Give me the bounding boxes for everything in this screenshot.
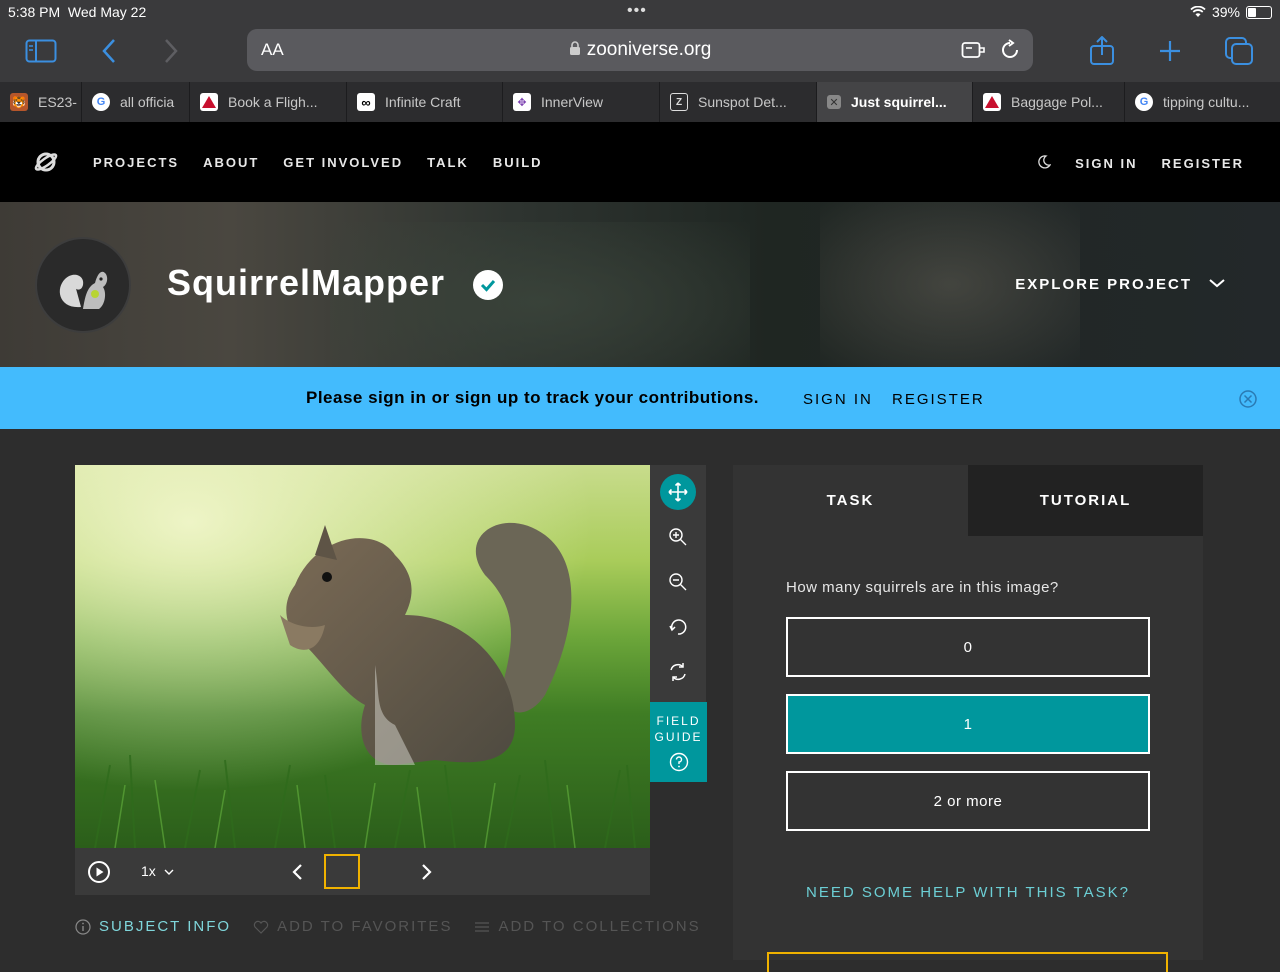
- browser-tab[interactable]: G all officia: [82, 82, 190, 122]
- field-guide-label-line2: GUIDE: [654, 730, 703, 744]
- previous-frame-icon[interactable]: [291, 863, 303, 886]
- project-avatar[interactable]: [35, 237, 131, 333]
- squirrel-photo: [75, 465, 650, 848]
- nav-get-involved[interactable]: GET INVOLVED: [283, 155, 403, 170]
- banner-message: Please sign in or sign up to track your …: [306, 388, 760, 407]
- multitasking-dots-icon[interactable]: •••: [627, 2, 647, 20]
- heart-icon: [253, 920, 269, 934]
- add-to-favorites-button[interactable]: ADD TO FAVORITES: [253, 918, 452, 935]
- infinity-favicon-icon: ∞: [357, 93, 375, 111]
- nav-links: PROJECTS ABOUT GET INVOLVED TALK BUILD: [93, 155, 543, 170]
- extensions-icon[interactable]: [961, 39, 987, 66]
- nav-projects[interactable]: PROJECTS: [93, 155, 179, 170]
- project-title[interactable]: SquirrelMapper: [167, 262, 445, 304]
- play-icon[interactable]: [87, 860, 111, 889]
- subject-image[interactable]: [75, 465, 650, 848]
- zoom-out-icon[interactable]: [659, 563, 697, 601]
- google-favicon-icon: G: [92, 93, 110, 111]
- squirrel-logo-icon: [59, 271, 108, 309]
- task-tabs: TASK TUTORIAL: [733, 465, 1203, 536]
- add-to-collections-button[interactable]: ADD TO COLLECTIONS: [474, 918, 700, 935]
- chevron-down-icon: [164, 869, 174, 875]
- browser-toolbar: AA zooniverse.org: [0, 24, 1280, 82]
- field-guide-label-line1: FIELD: [656, 714, 701, 728]
- zooniverse-favicon-icon: Z: [670, 93, 688, 111]
- close-tab-icon[interactable]: ✕: [827, 95, 841, 109]
- nav-about[interactable]: ABOUT: [203, 155, 259, 170]
- forward-icon[interactable]: [154, 34, 188, 68]
- browser-tab[interactable]: ✥ InnerView: [503, 82, 660, 122]
- nav-register[interactable]: REGISTER: [1162, 156, 1244, 171]
- share-icon[interactable]: [1085, 34, 1119, 68]
- tab-task[interactable]: TASK: [733, 465, 968, 536]
- info-icon: [75, 918, 91, 935]
- url-text: zooniverse.org: [247, 39, 1033, 61]
- list-icon: [475, 921, 490, 932]
- nav-talk[interactable]: TALK: [427, 155, 469, 170]
- move-icon[interactable]: [660, 474, 696, 510]
- browser-tab[interactable]: ∞ Infinite Craft: [347, 82, 503, 122]
- zooniverse-logo-icon[interactable]: [34, 150, 58, 179]
- nav-account: SIGN IN REGISTER: [1037, 155, 1244, 172]
- browser-tab[interactable]: Z Sunspot Det...: [660, 82, 817, 122]
- field-guide-button[interactable]: FIELD GUIDE: [650, 702, 707, 782]
- sign-in-banner: Please sign in or sign up to track your …: [0, 367, 1280, 429]
- subject-actions: SUBJECT INFO ADD TO FAVORITES ADD TO COL…: [75, 918, 701, 935]
- reset-icon[interactable]: [659, 653, 697, 691]
- chevron-down-icon[interactable]: [1208, 274, 1226, 297]
- done-button[interactable]: [767, 952, 1168, 972]
- answer-option-selected[interactable]: 1: [786, 694, 1150, 754]
- battery-percent: 39%: [1211, 4, 1240, 20]
- new-tab-icon[interactable]: [1153, 34, 1187, 68]
- project-header: SquirrelMapper EXPLORE PROJECT: [0, 202, 1280, 367]
- explore-project-button[interactable]: EXPLORE PROJECT: [1015, 276, 1192, 293]
- task-question: How many squirrels are in this image?: [786, 579, 1059, 596]
- browser-tab[interactable]: Baggage Pol...: [973, 82, 1125, 122]
- answer-option[interactable]: 0: [786, 617, 1150, 677]
- delta-favicon-icon: [983, 93, 1001, 111]
- battery-icon: [1246, 5, 1272, 19]
- verified-check-icon: [473, 270, 503, 300]
- playback-speed-select[interactable]: 1x: [141, 863, 174, 879]
- close-banner-icon[interactable]: [1238, 389, 1258, 414]
- tab-strip: 🐯 ES23- G all officia Book a Fligh... ∞ …: [0, 82, 1280, 122]
- browser-tab[interactable]: 🐯 ES23-: [0, 82, 82, 122]
- task-help-link[interactable]: NEED SOME HELP WITH THIS TASK?: [733, 884, 1203, 901]
- reload-icon[interactable]: [999, 39, 1021, 66]
- innerview-favicon-icon: ✥: [513, 93, 531, 111]
- banner-register-link[interactable]: REGISTER: [892, 391, 985, 408]
- rotate-icon[interactable]: [659, 608, 697, 646]
- browser-tab[interactable]: Book a Fligh...: [190, 82, 347, 122]
- status-time: 5:38 PM Wed May 22: [8, 4, 147, 20]
- zoom-in-icon[interactable]: [659, 518, 697, 556]
- tab-overview-icon[interactable]: [1222, 34, 1256, 68]
- banner-sign-in-link[interactable]: SIGN IN: [803, 391, 873, 408]
- nav-sign-in[interactable]: SIGN IN: [1075, 156, 1137, 171]
- dark-mode-icon[interactable]: [1037, 155, 1052, 172]
- address-bar[interactable]: AA zooniverse.org: [247, 29, 1033, 71]
- sidebar-icon[interactable]: [24, 34, 58, 68]
- status-bar: 5:38 PM Wed May 22 ••• 39%: [0, 0, 1280, 24]
- next-frame-icon[interactable]: [421, 863, 433, 886]
- google-favicon-icon: G: [1135, 93, 1153, 111]
- delta-favicon-icon: [200, 93, 218, 111]
- lock-icon: [569, 41, 580, 55]
- wifi-icon: [1190, 6, 1206, 17]
- nav-build[interactable]: BUILD: [493, 155, 543, 170]
- subject-info-button[interactable]: SUBJECT INFO: [75, 918, 231, 935]
- help-circle-icon: [650, 752, 707, 776]
- frame-thumbnail[interactable]: [324, 854, 360, 889]
- playback-controls: 1x: [75, 848, 650, 895]
- browser-tab[interactable]: G tipping cultu...: [1125, 82, 1280, 122]
- task-panel: TASK TUTORIAL How many squirrels are in …: [733, 465, 1203, 972]
- back-icon[interactable]: [92, 34, 126, 68]
- answer-option[interactable]: 2 or more: [786, 771, 1150, 831]
- tiger-favicon-icon: 🐯: [10, 93, 28, 111]
- site-navigation: PROJECTS ABOUT GET INVOLVED TALK BUILD S…: [0, 122, 1280, 202]
- status-right: 39%: [1190, 4, 1272, 20]
- tab-tutorial[interactable]: TUTORIAL: [968, 465, 1203, 536]
- browser-tab-active[interactable]: ✕ Just squirrel...: [817, 82, 973, 122]
